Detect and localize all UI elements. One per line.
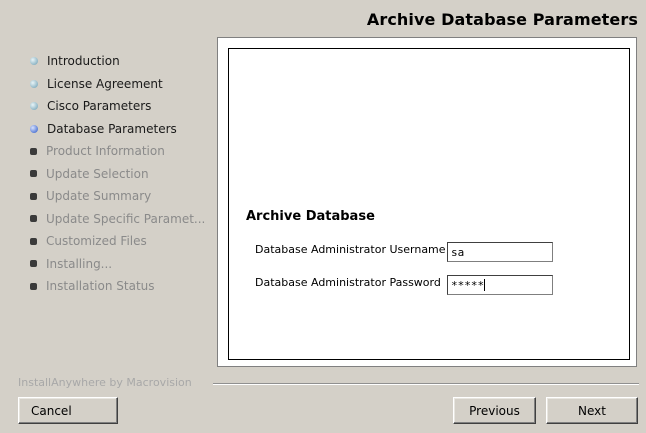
step-label: Update Specific Paramet... — [46, 211, 206, 226]
cancel-button[interactable]: Cancel — [18, 397, 118, 424]
step-complete-icon — [30, 57, 38, 66]
step-update-selection: Update Selection — [30, 163, 215, 186]
step-pending-icon — [30, 260, 37, 268]
steps-list: Introduction License Agreement Cisco Par… — [30, 50, 215, 298]
step-label: License Agreement — [47, 76, 163, 91]
step-complete-icon — [30, 79, 38, 88]
step-installing: Installing... — [30, 253, 215, 276]
step-pending-icon — [30, 282, 37, 290]
step-pending-icon — [30, 192, 37, 200]
step-label: Customized Files — [46, 234, 147, 249]
step-cisco-parameters: Cisco Parameters — [30, 95, 215, 118]
section-title: Archive Database — [246, 209, 375, 224]
page-title: Archive Database Parameters — [366, 10, 638, 29]
step-label: Product Information — [46, 144, 165, 159]
step-label: Update Summary — [46, 189, 152, 204]
step-label: Database Parameters — [47, 121, 177, 136]
header-bar: Archive Database Parameters — [0, 0, 646, 36]
previous-button[interactable]: Previous — [453, 397, 536, 424]
step-pending-icon — [30, 170, 37, 178]
content-panel: Archive Database Database Administrator … — [217, 37, 637, 367]
step-installation-status: Installation Status — [30, 275, 215, 298]
footer-divider — [213, 383, 639, 385]
step-pending-icon — [30, 237, 37, 245]
step-complete-icon — [30, 102, 38, 111]
step-introduction: Introduction — [30, 50, 215, 73]
next-button[interactable]: Next — [546, 397, 638, 424]
text-cursor — [484, 279, 486, 291]
step-customized-files: Customized Files — [30, 230, 215, 253]
installer-brand: InstallAnywhere by Macrovision — [18, 376, 192, 389]
step-database-parameters: Database Parameters — [30, 118, 215, 141]
step-label: Installing... — [46, 256, 113, 271]
password-label: Database Administrator Password — [255, 276, 441, 289]
step-label: Update Selection — [46, 166, 149, 181]
step-license-agreement: License Agreement — [30, 73, 215, 96]
password-masked-value: ***** — [451, 279, 485, 292]
step-product-information: Product Information — [30, 140, 215, 163]
step-update-specific-parameters: Update Specific Paramet... — [30, 208, 215, 231]
form-area: Archive Database Database Administrator … — [228, 48, 630, 360]
password-input[interactable]: ***** — [447, 275, 553, 295]
step-update-summary: Update Summary — [30, 185, 215, 208]
step-pending-icon — [30, 147, 37, 155]
step-pending-icon — [30, 215, 37, 223]
step-current-icon — [30, 124, 38, 133]
username-label: Database Administrator Username — [255, 243, 446, 256]
step-label: Installation Status — [46, 279, 155, 294]
username-input[interactable] — [447, 242, 553, 262]
cancel-button-label: Cancel — [31, 403, 72, 418]
previous-button-label: Previous — [469, 403, 520, 418]
step-label: Cisco Parameters — [47, 99, 152, 114]
next-button-label: Next — [578, 403, 606, 418]
step-label: Introduction — [47, 54, 120, 69]
